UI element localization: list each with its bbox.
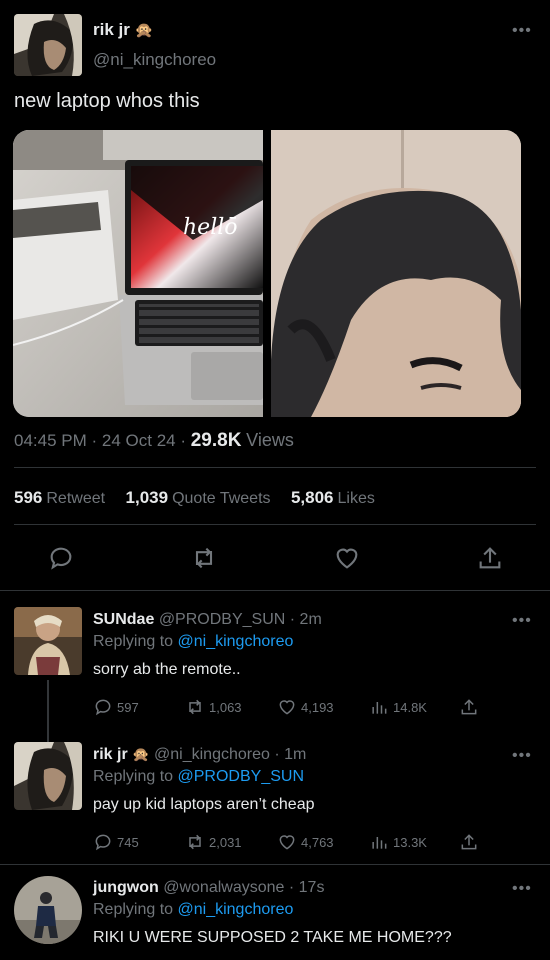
quotes-label: Quote Tweets	[172, 490, 271, 507]
like-count: 4,193	[301, 699, 334, 715]
quotes-count: 1,039	[125, 488, 169, 507]
more-options-icon[interactable]: •••	[512, 22, 532, 40]
likes-label: Likes	[337, 490, 375, 507]
share-icon	[461, 834, 477, 850]
like-icon	[279, 700, 295, 715]
replying-label: Replying to	[93, 901, 174, 918]
mention-link[interactable]: @PRODBY_SUN	[178, 768, 305, 785]
selfie-photo[interactable]	[271, 130, 521, 417]
views-action[interactable]: 13.3K	[369, 832, 427, 852]
reply-icon	[95, 699, 111, 716]
tweet-actions	[0, 538, 550, 578]
more-options-icon[interactable]: •••	[512, 612, 532, 630]
avatar[interactable]	[14, 14, 82, 76]
reply-text: sorry ab the remote..	[93, 661, 241, 678]
handle[interactable]: @ni_kingchoreo	[154, 746, 270, 763]
replying-label: Replying to	[93, 768, 174, 785]
retweet-action[interactable]: 1,063	[185, 697, 242, 717]
share-action[interactable]	[459, 832, 479, 852]
reply-count: 597	[117, 699, 139, 715]
views-icon	[372, 837, 387, 849]
mention-link[interactable]: @ni_kingchoreo	[178, 633, 294, 650]
likes-stat[interactable]: 5,806 Likes	[290, 488, 375, 507]
tweet-date[interactable]: 24 Oct 24	[102, 431, 176, 450]
like-icon	[279, 835, 295, 850]
reply-time[interactable]: 1m	[284, 746, 306, 763]
replying-to: Replying to @ni_kingchoreo	[93, 633, 293, 651]
display-name[interactable]: rik jr	[93, 746, 128, 763]
tweet-time[interactable]: 04:45 PM	[14, 431, 87, 450]
share-icon[interactable]	[476, 544, 504, 572]
retweets-stat[interactable]: 596 Retweet	[14, 488, 106, 507]
like-count: 4,763	[301, 834, 334, 850]
likes-count: 5,806	[290, 488, 334, 507]
reply-header: jungwon @wonalwaysone · 17s	[93, 879, 325, 896]
divider	[0, 864, 550, 865]
retweet-action[interactable]: 2,031	[185, 832, 242, 852]
reply-icon	[95, 834, 111, 851]
views-count: 29.8K	[190, 430, 242, 451]
retweets-label: Retweet	[46, 490, 106, 507]
like-action[interactable]: 4,763	[277, 832, 334, 852]
replying-label: Replying to	[93, 633, 174, 650]
divider	[14, 467, 536, 468]
view-count: 14.8K	[393, 699, 427, 715]
media-grid[interactable]: hellō	[13, 130, 521, 417]
reply-text: pay up kid laptops aren’t cheap	[93, 796, 315, 813]
reply-time[interactable]: 2m	[300, 611, 322, 628]
reply-icon[interactable]	[47, 544, 75, 572]
views-icon	[372, 702, 387, 714]
reply-actions: 597 1,063 4,193 14.8K	[93, 697, 513, 719]
display-name-text[interactable]: rik jr	[93, 20, 130, 39]
reply-header: rik jr 🙊 @ni_kingchoreo · 1m	[93, 746, 307, 763]
reply-action[interactable]: 597	[93, 697, 139, 717]
mention-link[interactable]: @ni_kingchoreo	[178, 901, 294, 918]
like-icon[interactable]	[333, 544, 361, 572]
display-name[interactable]: jungwon	[93, 879, 159, 896]
thread-line	[47, 680, 49, 742]
replying-to: Replying to @ni_kingchoreo	[93, 901, 293, 919]
display-name[interactable]: rik jr 🙊	[93, 20, 153, 40]
views-label: Views	[246, 430, 294, 450]
like-action[interactable]: 4,193	[277, 697, 334, 717]
reply-actions: 745 2,031 4,763 13.3K	[93, 832, 513, 854]
reply-text: RIKI U WERE SUPPOSED 2 TAKE ME HOME???	[93, 929, 452, 946]
retweet-icon[interactable]	[190, 544, 218, 572]
monkey-emoji-icon: 🙊	[132, 746, 150, 762]
share-icon	[461, 699, 477, 715]
avatar[interactable]	[14, 607, 82, 675]
tweet-meta: 04:45 PM · 24 Oct 24 · 29.8K Views	[14, 430, 294, 451]
views-action[interactable]: 14.8K	[369, 697, 427, 717]
retweets-count: 596	[14, 488, 43, 507]
laptop-photo[interactable]: hellō	[13, 130, 263, 417]
share-action[interactable]	[459, 697, 479, 717]
quotes-stat[interactable]: 1,039 Quote Tweets	[125, 488, 271, 507]
avatar[interactable]	[14, 876, 82, 944]
reply-time[interactable]: 17s	[299, 879, 325, 896]
reply-header: SUNdae @PRODBY_SUN · 2m	[93, 611, 322, 628]
replying-to: Replying to @PRODBY_SUN	[93, 768, 304, 786]
laptop-screen-text: hellō	[183, 215, 238, 240]
monkey-emoji-icon: 🙊	[134, 22, 154, 39]
retweet-count: 2,031	[209, 834, 242, 850]
retweet-icon	[189, 699, 201, 715]
retweet-count: 1,063	[209, 699, 242, 715]
divider	[0, 590, 550, 591]
avatar[interactable]	[14, 742, 82, 810]
tweet-text: new laptop whos this	[14, 90, 200, 112]
more-options-icon[interactable]: •••	[512, 747, 532, 765]
more-options-icon[interactable]: •••	[512, 880, 532, 898]
engagement-stats: 596 Retweet 1,039 Quote Tweets 5,806 Likes	[14, 488, 391, 508]
divider	[14, 524, 536, 525]
display-name[interactable]: SUNdae	[93, 611, 154, 628]
handle[interactable]: @wonalwaysone	[163, 879, 284, 896]
retweet-icon	[189, 834, 201, 850]
handle[interactable]: @ni_kingchoreo	[93, 50, 216, 70]
handle[interactable]: @PRODBY_SUN	[159, 611, 286, 628]
view-count: 13.3K	[393, 834, 427, 850]
reply-action[interactable]: 745	[93, 832, 139, 852]
reply-count: 745	[117, 834, 139, 850]
